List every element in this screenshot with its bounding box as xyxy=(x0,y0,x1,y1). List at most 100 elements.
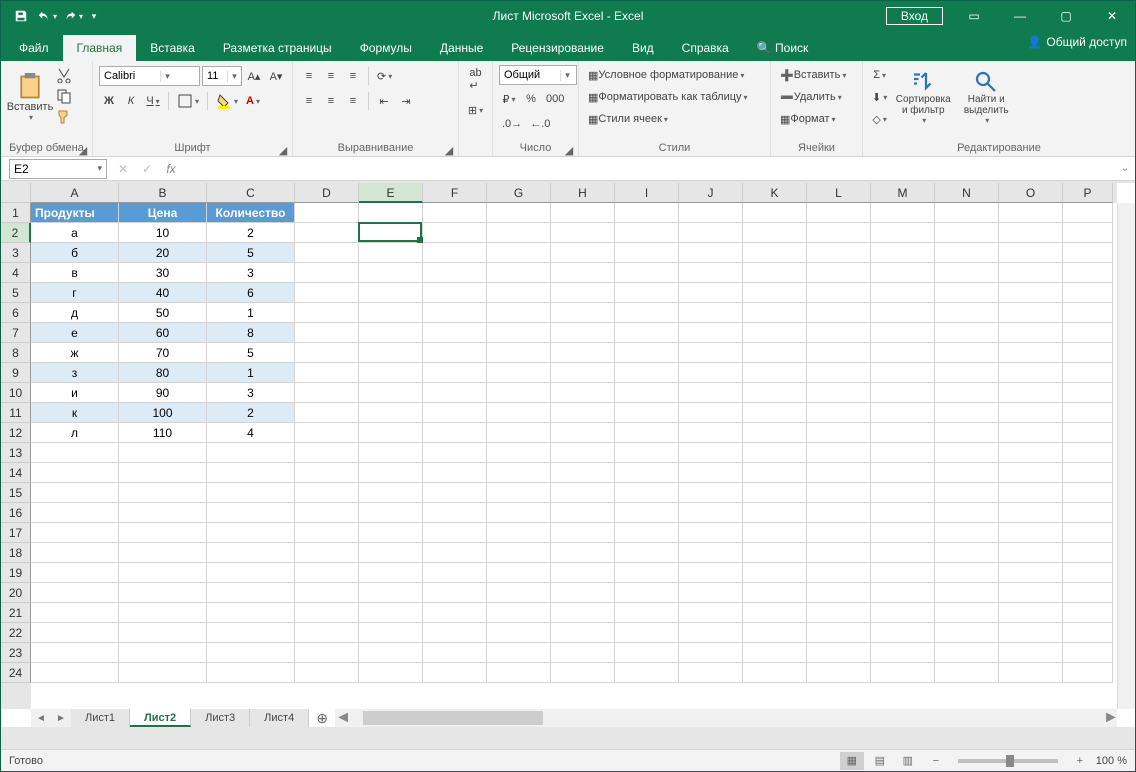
cell[interactable] xyxy=(743,503,807,523)
cell[interactable] xyxy=(551,523,615,543)
share-button[interactable]: 👤 Общий доступ xyxy=(1027,35,1127,49)
cell[interactable] xyxy=(487,283,551,303)
column-header[interactable]: M xyxy=(871,183,935,203)
column-header[interactable]: L xyxy=(807,183,871,203)
cell[interactable] xyxy=(935,443,999,463)
cell[interactable] xyxy=(807,323,871,343)
ribbon-tab-главная[interactable]: Главная xyxy=(63,35,137,61)
ribbon-display-icon[interactable]: ▭ xyxy=(951,1,997,31)
ribbon-tab-формулы[interactable]: Формулы xyxy=(346,35,426,61)
cell[interactable] xyxy=(31,503,119,523)
cell[interactable] xyxy=(295,383,359,403)
cell[interactable] xyxy=(999,563,1063,583)
cell[interactable] xyxy=(871,403,935,423)
cell[interactable]: 110 xyxy=(119,423,207,443)
fill-button[interactable]: ⬇▾ xyxy=(869,87,890,107)
column-header[interactable]: P xyxy=(1063,183,1113,203)
cell[interactable] xyxy=(423,603,487,623)
cell[interactable] xyxy=(615,603,679,623)
cell[interactable] xyxy=(359,583,423,603)
decrease-decimal-button[interactable]: ←.0 xyxy=(527,114,553,134)
cell[interactable] xyxy=(551,383,615,403)
cell[interactable] xyxy=(679,503,743,523)
cell[interactable] xyxy=(295,623,359,643)
cell[interactable] xyxy=(999,423,1063,443)
cell[interactable] xyxy=(615,523,679,543)
cell[interactable] xyxy=(743,363,807,383)
row-header[interactable]: 11 xyxy=(1,403,31,423)
cell[interactable] xyxy=(999,483,1063,503)
cell[interactable] xyxy=(359,403,423,423)
cell[interactable] xyxy=(999,203,1063,223)
cell[interactable] xyxy=(935,383,999,403)
cell[interactable]: Продукты xyxy=(31,203,119,223)
autosum-button[interactable]: Σ▾ xyxy=(869,65,890,85)
row-header[interactable]: 7 xyxy=(1,323,31,343)
cell[interactable]: 2 xyxy=(207,223,295,243)
cell[interactable] xyxy=(359,203,423,223)
cell[interactable] xyxy=(743,543,807,563)
column-header[interactable]: D xyxy=(295,183,359,203)
cell[interactable] xyxy=(487,623,551,643)
cell[interactable] xyxy=(871,223,935,243)
cell[interactable] xyxy=(359,363,423,383)
cell[interactable] xyxy=(359,603,423,623)
cell[interactable] xyxy=(743,583,807,603)
cell[interactable] xyxy=(423,503,487,523)
cell[interactable] xyxy=(207,483,295,503)
cell[interactable] xyxy=(551,623,615,643)
cell-styles-button[interactable]: ▦ Стили ячеек▾ xyxy=(585,109,765,129)
merge-button[interactable]: ⊞▾ xyxy=(465,96,486,124)
cell[interactable] xyxy=(1063,503,1113,523)
cell[interactable] xyxy=(679,243,743,263)
zoom-level[interactable]: 100 % xyxy=(1096,755,1127,767)
name-box[interactable]: E2▾ xyxy=(9,159,107,179)
cell[interactable] xyxy=(423,423,487,443)
paste-button[interactable]: Вставить ▾ xyxy=(7,63,53,131)
cell[interactable] xyxy=(1063,483,1113,503)
cell[interactable] xyxy=(359,223,423,243)
cell[interactable] xyxy=(295,443,359,463)
cell[interactable] xyxy=(119,563,207,583)
cell[interactable] xyxy=(807,243,871,263)
column-header[interactable]: J xyxy=(679,183,743,203)
cell[interactable] xyxy=(1063,543,1113,563)
cell[interactable] xyxy=(999,383,1063,403)
cell[interactable] xyxy=(295,243,359,263)
cell[interactable] xyxy=(359,343,423,363)
cell[interactable] xyxy=(999,363,1063,383)
cell[interactable] xyxy=(487,443,551,463)
save-icon[interactable] xyxy=(9,4,33,28)
row-header[interactable]: 22 xyxy=(1,623,31,643)
cell[interactable] xyxy=(679,203,743,223)
cell[interactable] xyxy=(679,303,743,323)
cell[interactable] xyxy=(615,563,679,583)
cell[interactable] xyxy=(119,463,207,483)
column-header[interactable]: N xyxy=(935,183,999,203)
cell[interactable] xyxy=(999,303,1063,323)
cell[interactable] xyxy=(679,403,743,423)
cell[interactable] xyxy=(743,323,807,343)
cell[interactable] xyxy=(551,663,615,683)
column-header[interactable]: K xyxy=(743,183,807,203)
cell[interactable] xyxy=(359,483,423,503)
cell[interactable] xyxy=(999,243,1063,263)
cell[interactable] xyxy=(871,283,935,303)
cell[interactable] xyxy=(423,263,487,283)
cell[interactable] xyxy=(295,643,359,663)
increase-decimal-button[interactable]: .0→ xyxy=(499,114,525,134)
cell[interactable] xyxy=(551,203,615,223)
ribbon-tab-файл[interactable]: Файл xyxy=(5,35,63,61)
cell[interactable] xyxy=(871,263,935,283)
cell[interactable] xyxy=(935,663,999,683)
cell[interactable] xyxy=(871,343,935,363)
cell[interactable] xyxy=(807,403,871,423)
cell[interactable] xyxy=(423,403,487,423)
cell[interactable] xyxy=(31,443,119,463)
cell[interactable]: 40 xyxy=(119,283,207,303)
conditional-format-button[interactable]: ▦ Условное форматирование▾ xyxy=(585,65,765,85)
clear-button[interactable]: ◇▾ xyxy=(869,109,890,129)
cell[interactable] xyxy=(871,583,935,603)
cell[interactable] xyxy=(935,543,999,563)
decrease-font-button[interactable]: A▾ xyxy=(266,66,286,86)
